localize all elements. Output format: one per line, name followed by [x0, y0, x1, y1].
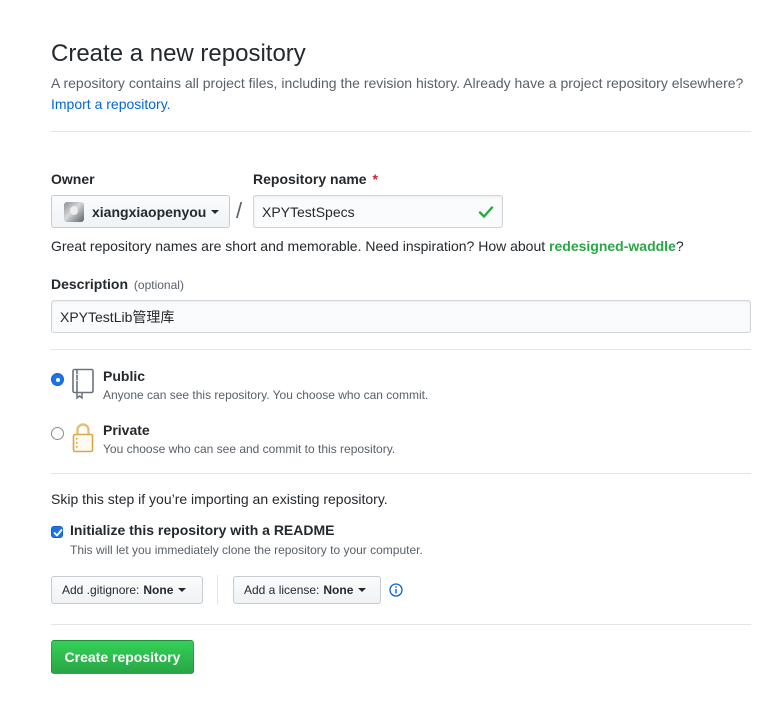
owner-label: Owner [51, 171, 95, 187]
import-repository-link[interactable]: Import a repository. [51, 96, 171, 112]
private-radio[interactable] [51, 427, 64, 440]
name-hint-suffix: ? [675, 238, 684, 254]
public-radio[interactable] [51, 373, 64, 386]
chevron-down-icon [211, 209, 220, 214]
readme-desc: This will let you immediately clone the … [70, 543, 423, 557]
divider [51, 131, 751, 132]
repo-book-icon [72, 368, 94, 400]
page-title: Create a new repository [51, 40, 306, 67]
description-input[interactable] [52, 301, 750, 332]
name-suggestion[interactable]: redesigned-waddle [549, 238, 676, 254]
gitignore-label: Add .gitignore: [62, 583, 140, 597]
skip-note: Skip this step if you’re importing an ex… [51, 491, 388, 507]
owner-select-button[interactable]: xiangxiaopenyou [51, 195, 230, 228]
repo-name-label-text: Repository name [253, 171, 367, 187]
required-marker: * [372, 171, 378, 187]
owner-label-text: Owner [51, 171, 95, 187]
gitignore-value: None [143, 583, 174, 597]
divider [51, 349, 751, 350]
readme-checkbox[interactable] [51, 526, 63, 538]
subtitle-text: A repository contains all project files,… [51, 75, 744, 91]
repo-name-field-wrapper [253, 195, 503, 228]
description-field-wrapper [51, 300, 751, 333]
divider [51, 473, 751, 474]
name-hint: Great repository names are short and mem… [51, 238, 684, 254]
chevron-down-icon [178, 588, 187, 592]
license-select-button[interactable]: Add a license: None [233, 576, 381, 604]
name-hint-text: Great repository names are short and mem… [51, 238, 546, 254]
private-title[interactable]: Private [103, 422, 150, 438]
readme-title[interactable]: Initialize this repository with a README [70, 522, 334, 538]
divider [51, 624, 751, 625]
public-title[interactable]: Public [103, 368, 145, 384]
owner-repo-separator: / [236, 198, 243, 223]
private-desc: You choose who can see and commit to thi… [103, 442, 396, 456]
gitignore-select-button[interactable]: Add .gitignore: None [51, 576, 203, 604]
optional-hint: (optional) [133, 278, 184, 292]
chevron-down-icon [358, 588, 367, 592]
avatar [64, 201, 84, 222]
lock-icon [72, 423, 94, 453]
repo-name-label: Repository name * [253, 171, 378, 187]
check-icon [478, 206, 494, 218]
info-icon[interactable] [389, 583, 403, 597]
create-repository-button[interactable]: Create repository [51, 640, 194, 674]
owner-name: xiangxiaopenyou [92, 203, 207, 220]
description-label: Description (optional) [51, 276, 184, 292]
vertical-divider [217, 575, 218, 605]
check-icon [53, 529, 63, 537]
page-subtitle: A repository contains all project files,… [51, 73, 751, 115]
license-value: None [323, 583, 354, 597]
public-desc: Anyone can see this repository. You choo… [103, 388, 429, 402]
description-label-text: Description [51, 276, 129, 292]
license-label: Add a license: [244, 583, 320, 597]
repo-name-input[interactable] [254, 196, 502, 227]
